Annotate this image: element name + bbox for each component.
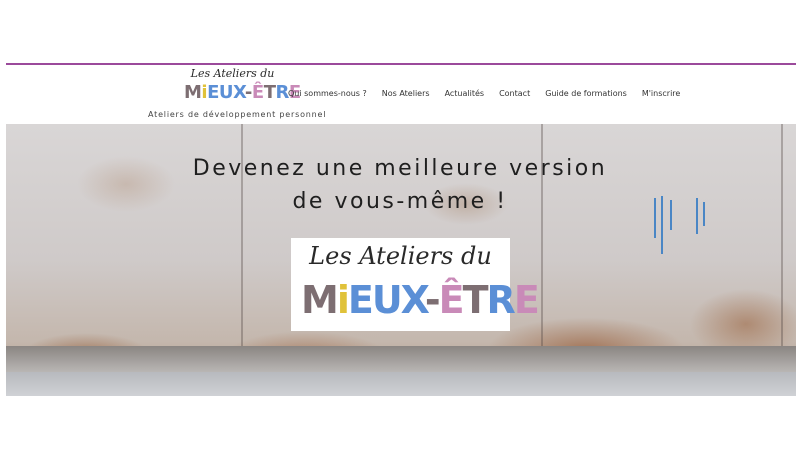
pavement <box>6 372 796 396</box>
hero-logo-script-text: Les Ateliers du <box>309 242 492 270</box>
nav-item-qui-sommes-nous[interactable]: Qui sommes-nous ? <box>288 89 367 98</box>
logo-wordmark: MiEUX-ÊTRE <box>184 82 301 103</box>
nav-item-nos-ateliers[interactable]: Nos Ateliers <box>382 89 430 98</box>
site-tagline: Ateliers de développement personnel <box>148 110 327 119</box>
nav-item-contact[interactable]: Contact <box>499 89 530 98</box>
hero-logo: Les Ateliers du MiEUX-ÊTRE <box>291 238 540 331</box>
wall-base <box>6 346 796 372</box>
main-nav: Qui sommes-nous ? Nos Ateliers Actualité… <box>288 89 695 98</box>
logo-script-text: Les Ateliers du <box>190 67 275 80</box>
hero-headline-line2: de vous-même ! <box>292 189 508 214</box>
hero-logo-wordmark: MiEUX-ÊTRE <box>301 278 540 322</box>
nav-item-minscrire[interactable]: M'inscrire <box>642 89 681 98</box>
site-logo[interactable]: Les Ateliers du MiEUX-ÊTRE <box>180 67 301 110</box>
header-divider <box>6 63 796 65</box>
nav-item-guide-de-formations[interactable]: Guide de formations <box>545 89 627 98</box>
hero-headline-line1: Devenez une meilleure version <box>192 156 608 181</box>
nav-item-actualites[interactable]: Actualités <box>445 89 485 98</box>
